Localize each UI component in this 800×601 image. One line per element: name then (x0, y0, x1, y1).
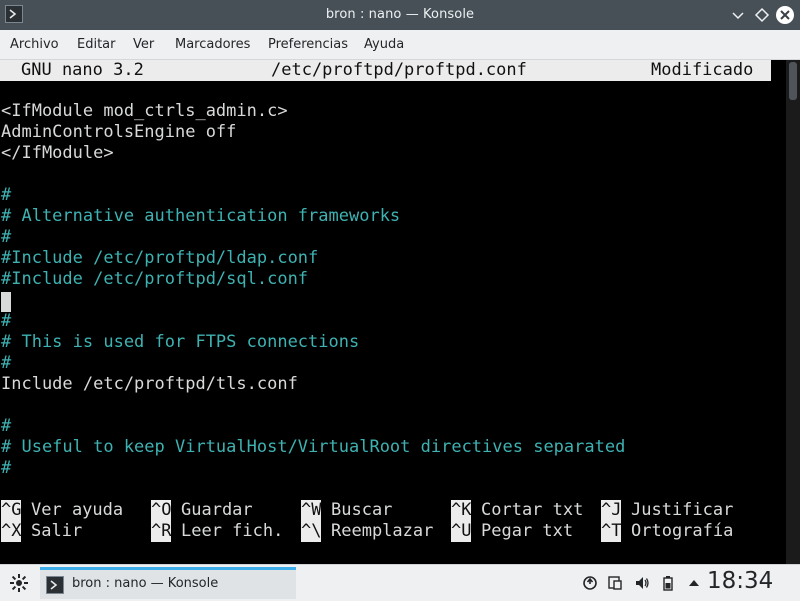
close-icon[interactable] (776, 6, 794, 24)
shortcut-key: ^U (451, 521, 472, 542)
shortcut-key: ^O (151, 500, 172, 521)
shortcut-key: ^J (601, 500, 622, 521)
editor-line: # (1, 353, 12, 373)
volume-icon[interactable] (634, 575, 650, 591)
shortcut-key: ^\ (301, 521, 322, 542)
editor-line: # (1, 227, 12, 247)
shortcut-key: ^R (151, 521, 172, 542)
scrollbar-handle[interactable] (789, 62, 797, 100)
menu-marcadores[interactable]: Marcadores (175, 37, 250, 52)
shortcut-key: ^T (601, 521, 622, 542)
shortcut-label: Justificar (631, 500, 734, 520)
battery-icon[interactable] (660, 575, 676, 591)
application-launcher-icon[interactable] (8, 572, 30, 594)
shortcut-key: ^K (451, 500, 472, 521)
taskbar: bron : nano — Konsole 18:34 (0, 564, 800, 601)
terminal-scrollbar[interactable] (786, 60, 800, 564)
nano-modified-status: Modificado (651, 60, 754, 80)
konsole-task-icon (46, 576, 64, 594)
editor-line: <IfModule mod_ctrls_admin.c> (1, 101, 288, 121)
editor-line: AdminControlsEngine off (1, 122, 237, 142)
window-title: bron : nano — Konsole (325, 7, 475, 22)
editor-line: #Include /etc/proftpd/sql.conf (1, 269, 309, 289)
minimize-icon[interactable] (730, 7, 746, 23)
task-label: bron : nano — Konsole (72, 576, 219, 591)
editor-line: # This is used for FTPS connections (1, 332, 360, 352)
nano-status-bar: GNU nano 3.2 /etc/proftpd/proftpd.conf M… (0, 60, 771, 81)
menu-preferencias[interactable]: Preferencias (268, 37, 348, 52)
shortcut-label: Ver ayuda (31, 500, 124, 520)
nano-version: GNU nano 3.2 (21, 60, 144, 80)
editor-line: # (1, 416, 12, 436)
shortcut-label: Guardar (181, 500, 253, 520)
clock[interactable]: 18:34 (707, 568, 773, 594)
task-konsole[interactable]: bron : nano — Konsole (40, 567, 296, 599)
nano-filename: /etc/proftpd/proftpd.conf (271, 60, 527, 80)
shortcut-label: Reemplazar (331, 521, 434, 541)
menu-editar[interactable]: Editar (77, 37, 116, 52)
shortcut-label: Leer fich. (181, 521, 284, 541)
shortcut-label: Salir (31, 521, 83, 541)
text-cursor (1, 292, 11, 312)
update-icon[interactable] (582, 575, 598, 591)
shortcut-label: Buscar (331, 500, 393, 520)
editor-line: </IfModule> (1, 143, 114, 163)
menu-ver[interactable]: Ver (133, 37, 154, 52)
clipboard-icon[interactable] (607, 575, 623, 591)
editor-line: #Include /etc/proftpd/ldap.conf (1, 248, 319, 268)
shortcut-key: ^G (1, 500, 22, 521)
active-task-indicator (40, 567, 296, 570)
window-titlebar[interactable]: bron : nano — Konsole (0, 0, 800, 30)
shortcut-label: Pegar txt (481, 521, 574, 541)
shortcut-key: ^W (301, 500, 322, 521)
maximize-icon[interactable] (754, 7, 770, 23)
shortcut-label: Ortografía (631, 521, 734, 541)
editor-line: # Useful to keep VirtualHost/VirtualRoot… (1, 437, 626, 457)
editor-line: # (1, 458, 12, 478)
menu-archivo[interactable]: Archivo (10, 37, 59, 52)
shortcut-label: Cortar txt (481, 500, 584, 520)
editor-line: # Alternative authentication frameworks (1, 206, 401, 226)
menu-ayuda[interactable]: Ayuda (364, 37, 404, 52)
editor-line: # (1, 311, 12, 331)
menubar: Archivo Editar Ver Marcadores Preferenci… (0, 30, 800, 60)
editor-line: # (1, 185, 12, 205)
expand-tray-icon[interactable] (686, 575, 702, 591)
shortcut-key: ^X (1, 521, 22, 542)
terminal-area[interactable]: GNU nano 3.2 /etc/proftpd/proftpd.conf M… (0, 60, 800, 564)
editor-line: Include /etc/proftpd/tls.conf (1, 374, 298, 394)
